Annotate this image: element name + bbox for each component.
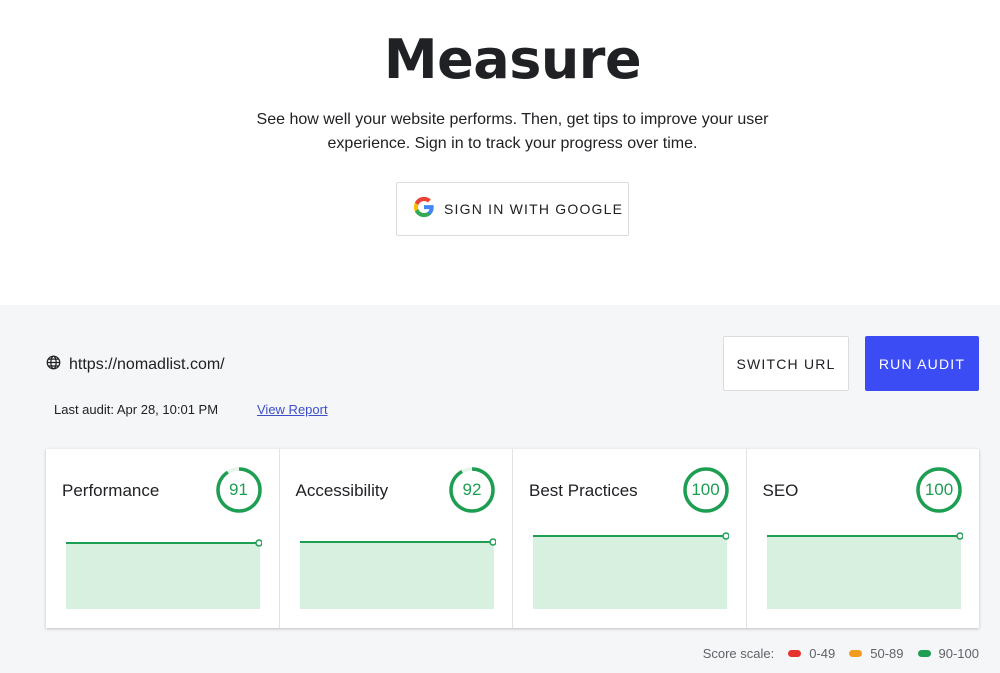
score-trend-chart <box>766 532 963 609</box>
card-performance[interactable]: Performance 91 <box>46 449 280 628</box>
card-seo[interactable]: SEO 100 <box>747 449 980 628</box>
scale-range-average: 50-89 <box>849 646 904 661</box>
score-value: 91 <box>229 480 248 499</box>
run-audit-button[interactable]: RUN AUDIT <box>865 336 979 391</box>
switch-url-button[interactable]: SWITCH URL <box>723 336 849 391</box>
red-pill-icon <box>788 650 802 657</box>
last-audit-text: Last audit: Apr 28, 10:01 PM <box>54 402 219 417</box>
view-report-link[interactable]: View Report <box>257 402 328 417</box>
page-description: See how well your website performs. Then… <box>256 111 769 152</box>
score-value: 100 <box>691 480 720 499</box>
score-scale-label: Score scale: <box>702 646 775 661</box>
score-value: 92 <box>462 480 482 499</box>
score-trend-chart <box>299 538 496 609</box>
card-best-practices[interactable]: Best Practices 100 <box>513 449 747 628</box>
score-gauge: 100 <box>682 466 730 514</box>
green-pill-icon <box>917 650 931 657</box>
google-g-icon <box>413 196 435 223</box>
sign-in-google-label: SIGN IN WITH GOOGLE <box>444 201 624 217</box>
scale-range-label: 0-49 <box>809 646 836 661</box>
sign-in-google-button[interactable]: SIGN IN WITH GOOGLE <box>396 182 629 236</box>
card-accessibility[interactable]: Accessibility 92 <box>280 449 513 628</box>
audited-url: https://nomadlist.com/ <box>46 355 225 375</box>
score-gauge: 100 <box>915 466 963 514</box>
score-gauge: 91 <box>215 466 263 514</box>
card-title: Best Practices <box>529 481 638 500</box>
score-scale-legend: Score scale: 0-49 50-89 90-100 <box>703 646 979 661</box>
globe-icon <box>46 355 61 375</box>
scale-range-poor: 0-49 <box>788 646 835 661</box>
score-cards: Performance 91 Accessibility 92 Best Pra… <box>46 449 979 628</box>
score-trend-chart <box>66 539 262 609</box>
card-title: Performance <box>62 481 160 500</box>
hero-section: Measure See how well your website perfor… <box>0 0 1000 305</box>
scale-range-good: 90-100 <box>917 646 979 661</box>
card-title: Accessibility <box>295 481 389 500</box>
page-title: Measure <box>383 28 642 91</box>
score-gauge: 92 <box>448 466 496 514</box>
score-value: 100 <box>924 480 954 499</box>
scale-range-label: 50-89 <box>870 646 904 661</box>
url-text: https://nomadlist.com/ <box>69 356 225 373</box>
orange-pill-icon <box>849 650 863 657</box>
card-title: SEO <box>762 481 799 500</box>
score-trend-chart <box>533 532 729 609</box>
scale-range-label: 90-100 <box>938 646 979 661</box>
